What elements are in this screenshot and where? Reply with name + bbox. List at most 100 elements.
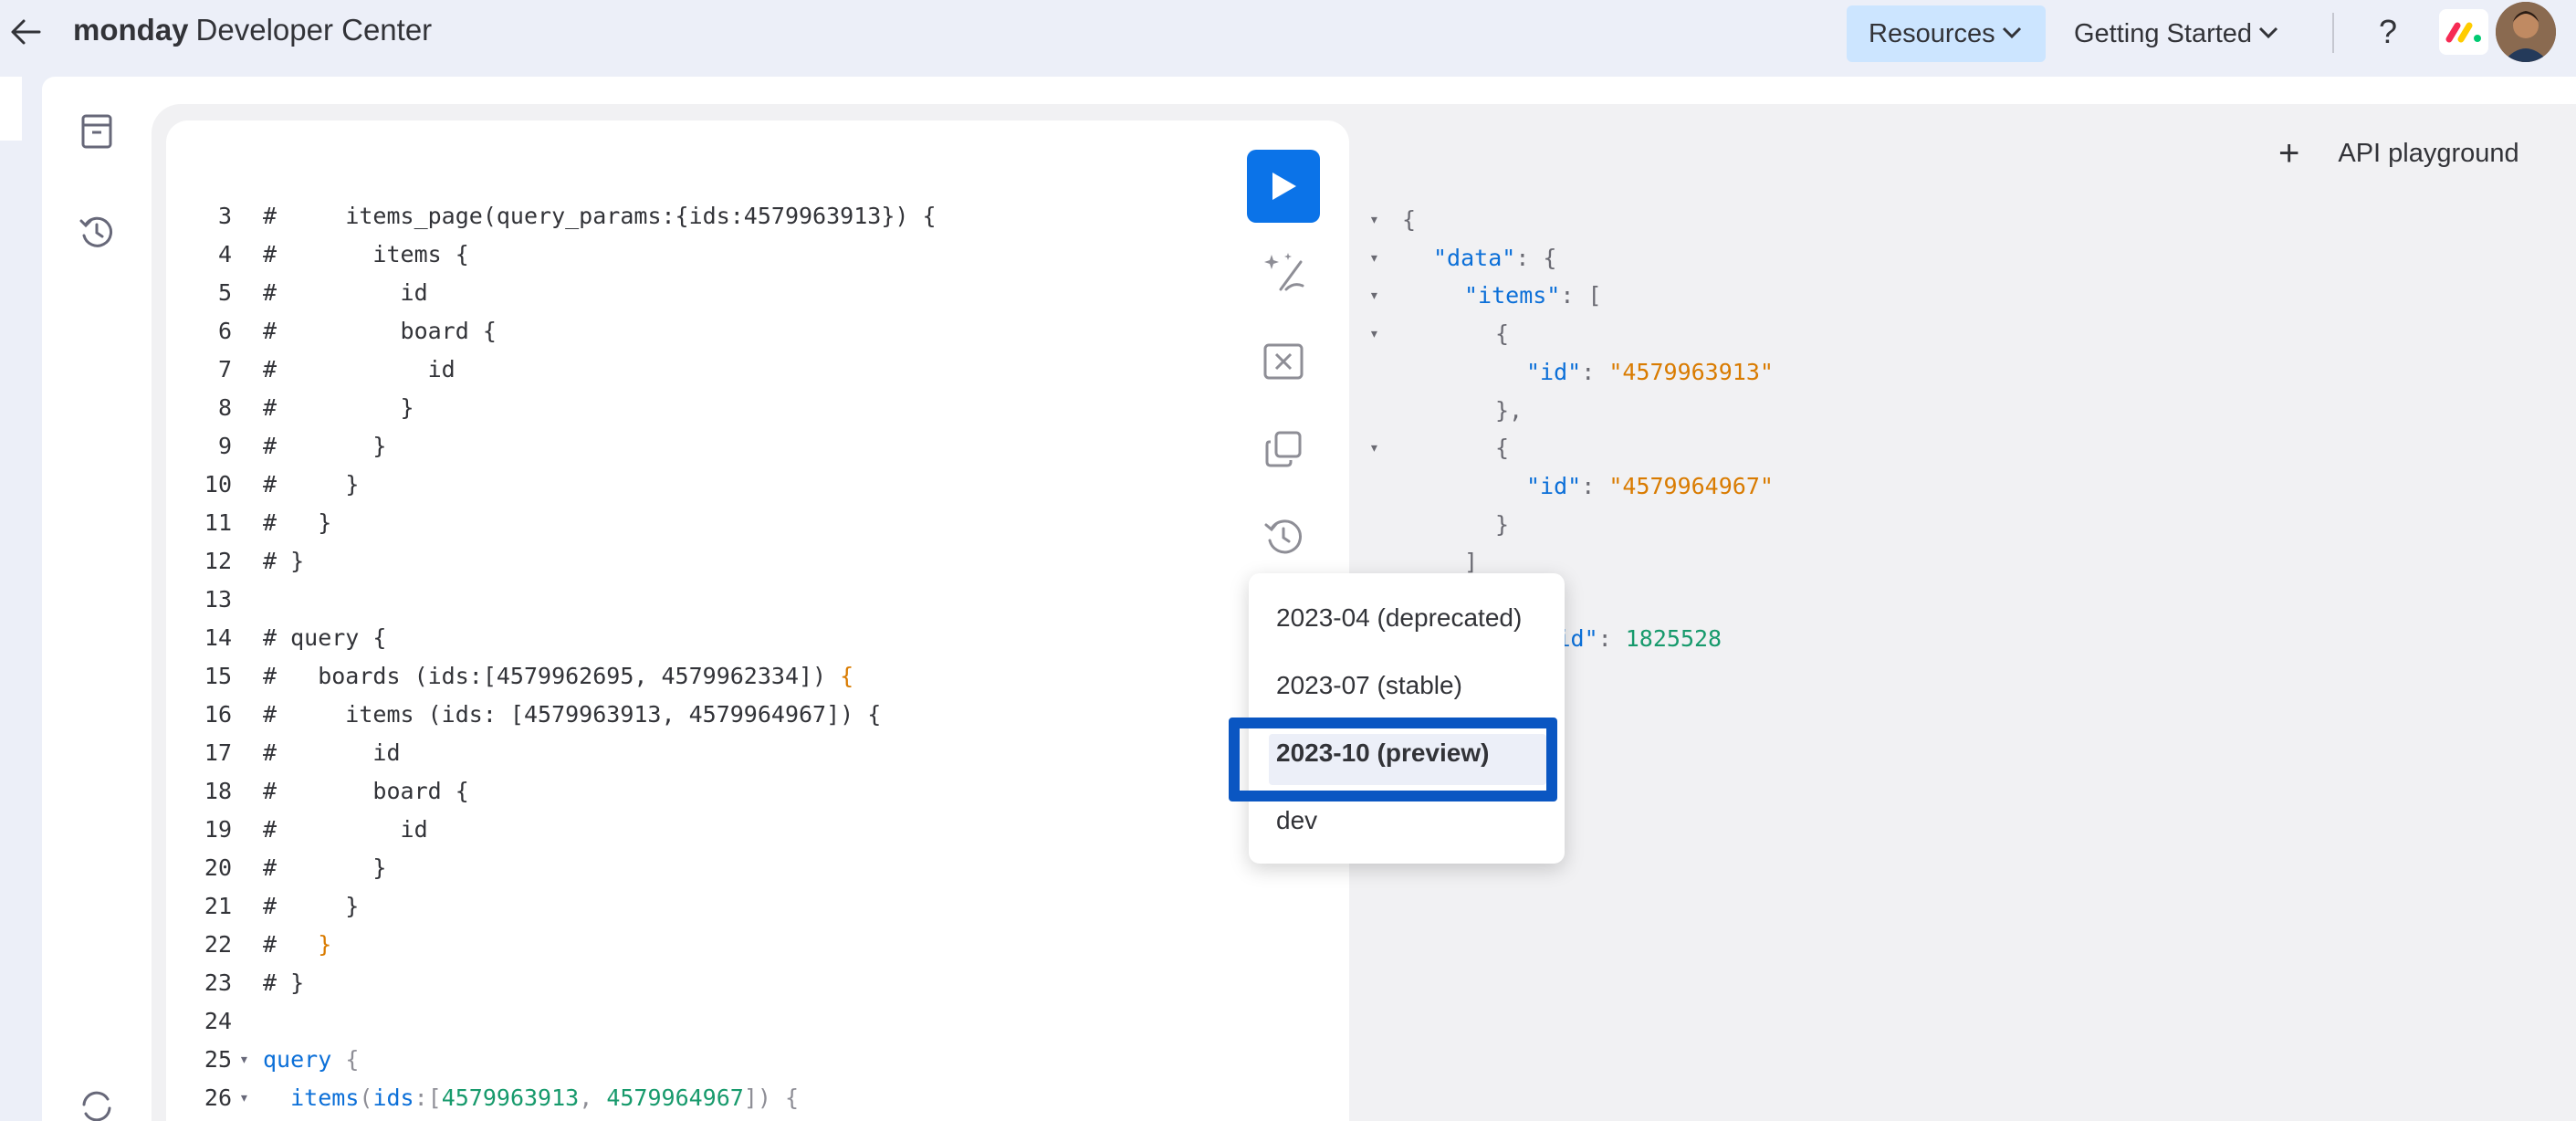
code-line[interactable]: 24 bbox=[166, 1002, 1349, 1041]
code-line[interactable]: 14 # query { bbox=[166, 619, 1349, 657]
fold-arrow-icon[interactable]: ▾ bbox=[1369, 429, 1379, 467]
result-text: "items": [ bbox=[1464, 282, 1602, 309]
selection-highlight-box bbox=[1229, 718, 1557, 801]
help-button[interactable]: ? bbox=[2368, 9, 2408, 55]
code-text: # id bbox=[263, 279, 428, 306]
code-line[interactable]: 16 # items (ids: [4579963913, 4579964967]… bbox=[166, 696, 1349, 734]
line-number: 9 bbox=[217, 433, 232, 459]
code-text: # id bbox=[263, 356, 456, 382]
code-text: # } bbox=[263, 471, 360, 498]
result-text: { bbox=[1495, 320, 1510, 348]
code-line[interactable]: 22 # } bbox=[166, 926, 1349, 964]
brand-title[interactable]: monday Developer Center bbox=[73, 13, 432, 47]
code-line[interactable]: 9 # } bbox=[166, 427, 1349, 466]
history-icon bbox=[79, 216, 113, 247]
archive-button[interactable] bbox=[69, 104, 124, 159]
version-history-button[interactable] bbox=[1256, 509, 1311, 564]
code-area[interactable]: 3 # items_page(query_params:{ids:45799639… bbox=[166, 120, 1349, 1121]
code-line[interactable]: 6 # board { bbox=[166, 312, 1349, 351]
line-number: 7 bbox=[217, 356, 232, 382]
copy-icon bbox=[1265, 431, 1302, 467]
code-line[interactable]: 17 # id bbox=[166, 734, 1349, 772]
avatar-image bbox=[2496, 2, 2556, 62]
fold-arrow-icon[interactable]: ▾ bbox=[239, 1041, 249, 1079]
code-text: # query { bbox=[263, 624, 387, 651]
code-text: # } bbox=[263, 548, 305, 574]
code-text: # } bbox=[263, 893, 360, 919]
result-text: "data": { bbox=[1433, 244, 1557, 271]
line-number: 18 bbox=[204, 778, 232, 804]
code-line[interactable]: 15 # boards (ids:[4579962695, 4579962334]… bbox=[166, 657, 1349, 696]
user-avatar[interactable] bbox=[2496, 2, 2556, 62]
chevron-down-icon bbox=[2258, 26, 2278, 39]
code-line[interactable]: 19 # id bbox=[166, 811, 1349, 849]
line-number: 21 bbox=[204, 893, 232, 919]
monday-logo-icon bbox=[2445, 22, 2481, 43]
getting-started-button[interactable]: Getting Started bbox=[2054, 5, 2291, 62]
archive-icon bbox=[81, 114, 112, 149]
code-line[interactable]: 13 bbox=[166, 581, 1349, 619]
line-number: 15 bbox=[204, 663, 232, 689]
copy-button[interactable] bbox=[1256, 422, 1311, 477]
code-line[interactable]: 20 # } bbox=[166, 849, 1349, 887]
code-text: id bbox=[263, 1117, 345, 1121]
playground-title: API playground bbox=[2338, 138, 2519, 168]
code-line[interactable]: 7 # id bbox=[166, 351, 1349, 389]
refresh-button[interactable] bbox=[69, 1088, 124, 1121]
code-text: # id bbox=[263, 816, 428, 843]
fold-arrow-icon[interactable]: ▾ bbox=[1369, 315, 1379, 353]
fold-arrow-icon[interactable]: ▾ bbox=[1369, 239, 1379, 278]
monday-logo-button[interactable] bbox=[2439, 9, 2488, 55]
line-number: 13 bbox=[204, 586, 232, 613]
version-option-dev[interactable]: dev bbox=[1276, 801, 1317, 841]
code-text: # items_page(query_params:{ids:457996391… bbox=[263, 203, 937, 229]
code-line[interactable]: 11 # } bbox=[166, 504, 1349, 542]
code-line[interactable]: 5 # id bbox=[166, 274, 1349, 312]
version-option-stable[interactable]: 2023-07 (stable) bbox=[1276, 665, 1462, 706]
query-editor[interactable]: 3 # items_page(query_params:{ids:45799639… bbox=[166, 120, 1349, 1121]
line-number: 6 bbox=[217, 318, 232, 344]
fold-arrow-icon[interactable]: ▾ bbox=[1369, 201, 1379, 239]
code-line[interactable]: 12 # } bbox=[166, 542, 1349, 581]
add-tab-button[interactable]: + bbox=[2278, 133, 2299, 174]
merge-fragments-button[interactable] bbox=[1256, 334, 1311, 389]
code-text: # } bbox=[263, 509, 332, 536]
run-query-button[interactable] bbox=[1247, 150, 1320, 223]
line-number: 11 bbox=[204, 509, 232, 536]
code-line[interactable]: 18 # board { bbox=[166, 772, 1349, 811]
prettify-button[interactable] bbox=[1256, 245, 1311, 299]
history-button[interactable] bbox=[69, 204, 124, 259]
code-text: # id bbox=[263, 739, 401, 766]
code-line[interactable]: 25 ▾ query { bbox=[166, 1041, 1349, 1079]
code-text: # items (ids: [4579963913, 4579964967]) … bbox=[263, 701, 882, 728]
api-playground-header: + API playground bbox=[2278, 133, 2519, 173]
line-number: 12 bbox=[204, 548, 232, 574]
code-line[interactable]: 23 # } bbox=[166, 964, 1349, 1002]
fold-arrow-icon[interactable]: ▾ bbox=[239, 1079, 249, 1117]
top-bar: monday Developer Center Resources Getting… bbox=[0, 0, 2576, 66]
line-number: 24 bbox=[204, 1008, 232, 1034]
history-icon bbox=[1264, 519, 1302, 554]
code-line[interactable]: 4 # items { bbox=[166, 236, 1349, 274]
code-line[interactable]: 3 # items_page(query_params:{ids:45799639… bbox=[166, 197, 1349, 236]
code-line[interactable]: 27 id bbox=[166, 1117, 1349, 1121]
question-icon: ? bbox=[2378, 13, 2398, 50]
code-line[interactable]: 26 ▾ items(ids:[4579963913, 4579964967]) … bbox=[166, 1079, 1349, 1117]
line-number: 26 bbox=[204, 1084, 232, 1111]
code-text: # boards (ids:[4579962695, 4579962334]) … bbox=[263, 663, 854, 689]
fold-arrow-icon[interactable]: ▾ bbox=[1369, 277, 1379, 315]
left-nav-strip bbox=[0, 77, 22, 141]
version-option-deprecated[interactable]: 2023-04 (deprecated) bbox=[1276, 598, 1522, 638]
line-number: 23 bbox=[204, 969, 232, 996]
code-text: # items { bbox=[263, 241, 469, 267]
result-text: } bbox=[1495, 510, 1510, 538]
back-button[interactable] bbox=[5, 9, 46, 55]
code-line[interactable]: 21 # } bbox=[166, 887, 1349, 926]
line-number: 8 bbox=[217, 394, 232, 421]
code-line[interactable]: 8 # } bbox=[166, 389, 1349, 427]
code-text: # } bbox=[263, 931, 332, 958]
line-number: 25 bbox=[204, 1046, 232, 1073]
code-line[interactable]: 10 # } bbox=[166, 466, 1349, 504]
resources-button[interactable]: Resources bbox=[1847, 5, 2046, 62]
resources-label: Resources bbox=[1869, 18, 1995, 48]
